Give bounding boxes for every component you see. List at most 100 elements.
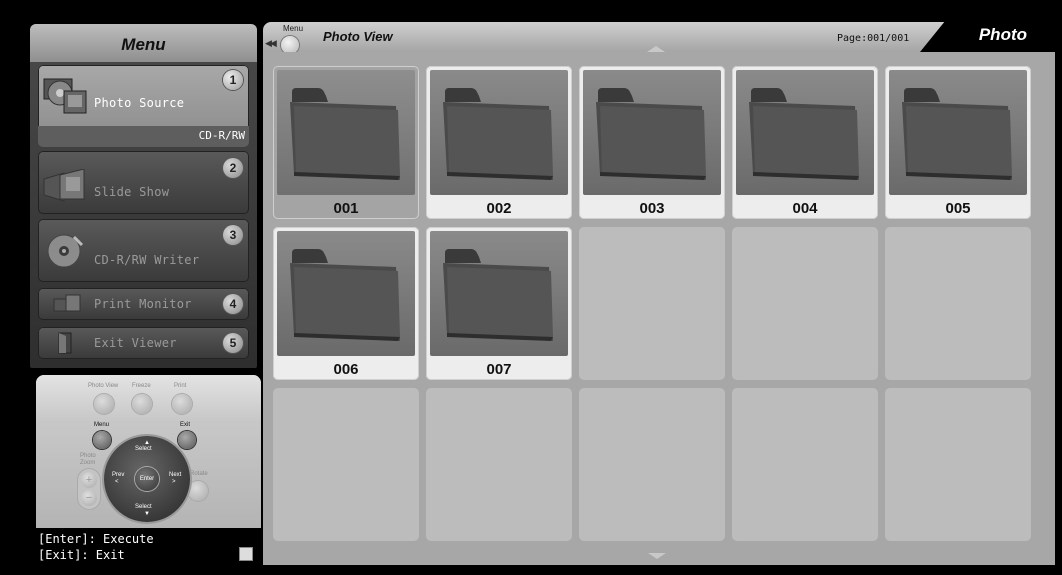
folder-thumbnail: [889, 70, 1027, 195]
folder-icon: [443, 88, 553, 180]
zoom-out-icon: −: [81, 490, 97, 506]
folder-icon: [290, 249, 400, 341]
menu-item-photo-source[interactable]: Photo Source 1 CD-R/RW: [38, 65, 249, 147]
remote-dpad: Select ▲ Prev < Enter Next > Select ▼: [104, 436, 190, 522]
folder-icon: [443, 249, 553, 341]
exit-button-label: Exit: [180, 422, 191, 428]
folder-tile[interactable]: 006: [273, 227, 419, 380]
menu-panel: Menu Photo Source 1 CD-R/RW Slide Show 2: [30, 24, 257, 368]
slide-show-icon: [43, 169, 85, 202]
photo-source-value: CD-R/RW: [198, 129, 245, 142]
empty-slot: [426, 388, 572, 541]
freeze-button: [132, 394, 152, 414]
menu-title: Menu: [30, 24, 257, 62]
folder-name: 006: [333, 361, 359, 378]
enter-label: Enter: [139, 476, 155, 482]
zoom-in-icon: +: [81, 472, 97, 488]
exit-door-icon: [58, 332, 72, 354]
print-label: Print: [174, 383, 187, 389]
menu-back-label: Menu: [283, 24, 304, 33]
menu-item-slide-show[interactable]: Slide Show 2: [38, 151, 249, 214]
folder-thumbnail: [583, 70, 721, 195]
menu-item-number: 1: [223, 70, 243, 90]
select-up-arrow-icon: ▲: [144, 440, 150, 446]
enter-button: Enter: [135, 467, 159, 491]
help-exit: [Exit]: Exit: [38, 548, 125, 562]
folder-tile[interactable]: 005: [885, 66, 1031, 219]
folder-icon: [902, 88, 1012, 180]
rotate-label: Rotate: [190, 471, 208, 477]
cd-writer-icon: [47, 234, 84, 268]
freeze-label: Freeze: [132, 383, 151, 389]
print-button: [172, 394, 192, 414]
view-title: Photo View: [323, 29, 393, 44]
folder-tile[interactable]: 004: [732, 66, 878, 219]
empty-slot: [885, 227, 1031, 380]
tab-photo[interactable]: Photo: [920, 22, 1055, 52]
help-text: [Enter]: Execute [Exit]: Exit: [36, 528, 261, 566]
rewind-icon: ◀◀: [265, 38, 277, 48]
menu-item-exit-viewer[interactable]: Exit Viewer 5: [38, 327, 249, 359]
menu-item-number: 5: [223, 333, 243, 353]
empty-slot: [273, 388, 419, 541]
help-enter: [Enter]: Execute: [38, 532, 154, 546]
select-up-label: Select: [135, 446, 152, 452]
folder-thumbnail: [736, 70, 874, 195]
remote-menu-button: [93, 431, 111, 449]
folder-tile[interactable]: 001: [273, 66, 419, 219]
menu-item-label: Slide Show: [94, 185, 170, 199]
print-monitor-icon: [53, 294, 81, 312]
menu-item-print-monitor[interactable]: Print Monitor 4: [38, 288, 249, 320]
photo-source-value-bar: CD-R/RW: [38, 126, 249, 147]
folder-name: 004: [792, 200, 818, 217]
next-arrow-icon: >: [172, 479, 176, 485]
folder-name: 003: [639, 200, 665, 217]
folder-tile[interactable]: 007: [426, 227, 572, 380]
page-indicator: Page:001/001: [837, 33, 910, 44]
folder-icon: [749, 88, 859, 180]
rotate-button: [188, 481, 208, 501]
empty-slot: [579, 388, 725, 541]
menu-item-number: 4: [223, 294, 243, 314]
folder-name: 001: [333, 200, 359, 217]
empty-slot: [732, 388, 878, 541]
remote-control-diagram: Photo View Freeze Print Menu Exit Photo …: [36, 375, 261, 528]
zoom-buttons: + −: [78, 469, 100, 509]
folder-name: 007: [486, 361, 512, 378]
photo-source-icon: [43, 78, 87, 114]
select-down-label: Select: [135, 504, 152, 510]
photo-grid: 001 002 003 004 005 006 007: [263, 52, 1055, 565]
empty-slot: [885, 388, 1031, 541]
remote-exit-button: [178, 431, 196, 449]
scroll-down-arrow-icon[interactable]: [648, 553, 666, 559]
prev-arrow-icon: <: [115, 479, 119, 485]
menu-item-label: Exit Viewer: [94, 336, 177, 350]
menu-item-label: Photo Source: [94, 96, 185, 110]
folder-thumbnail: [430, 231, 568, 356]
folder-thumbnail: [430, 70, 568, 195]
next-label: Next: [169, 472, 182, 478]
folder-icon: [596, 88, 706, 180]
folder-tile[interactable]: 003: [579, 66, 725, 219]
help-document-icon: [239, 547, 253, 561]
menu-item-label: Print Monitor: [94, 297, 192, 311]
header-bar: ◀◀ Menu Photo View Page:001/001 Photo: [263, 22, 1055, 54]
photo-zoom-label: Photo Zoom: [80, 453, 96, 466]
menu-item-cd-writer[interactable]: CD-R/RW Writer 3: [38, 219, 249, 282]
photo-view-button: [94, 394, 114, 414]
menu-item-label: CD-R/RW Writer: [94, 253, 200, 267]
tab-photo-label: Photo: [978, 25, 1027, 44]
photo-view-label: Photo View: [88, 383, 119, 389]
folder-icon: [290, 88, 400, 180]
folder-tile[interactable]: 002: [426, 66, 572, 219]
prev-label: Prev: [112, 472, 125, 478]
menu-button-label: Menu: [94, 422, 110, 428]
folder-name: 002: [486, 200, 512, 217]
empty-slot: [732, 227, 878, 380]
folder-thumbnail: [277, 231, 415, 356]
folder-thumbnail: [277, 70, 415, 195]
select-down-arrow-icon: ▼: [144, 511, 150, 517]
menu-item-number: 3: [223, 225, 243, 245]
empty-slot: [579, 227, 725, 380]
remote-top-band: Photo View Freeze Print: [36, 375, 261, 423]
